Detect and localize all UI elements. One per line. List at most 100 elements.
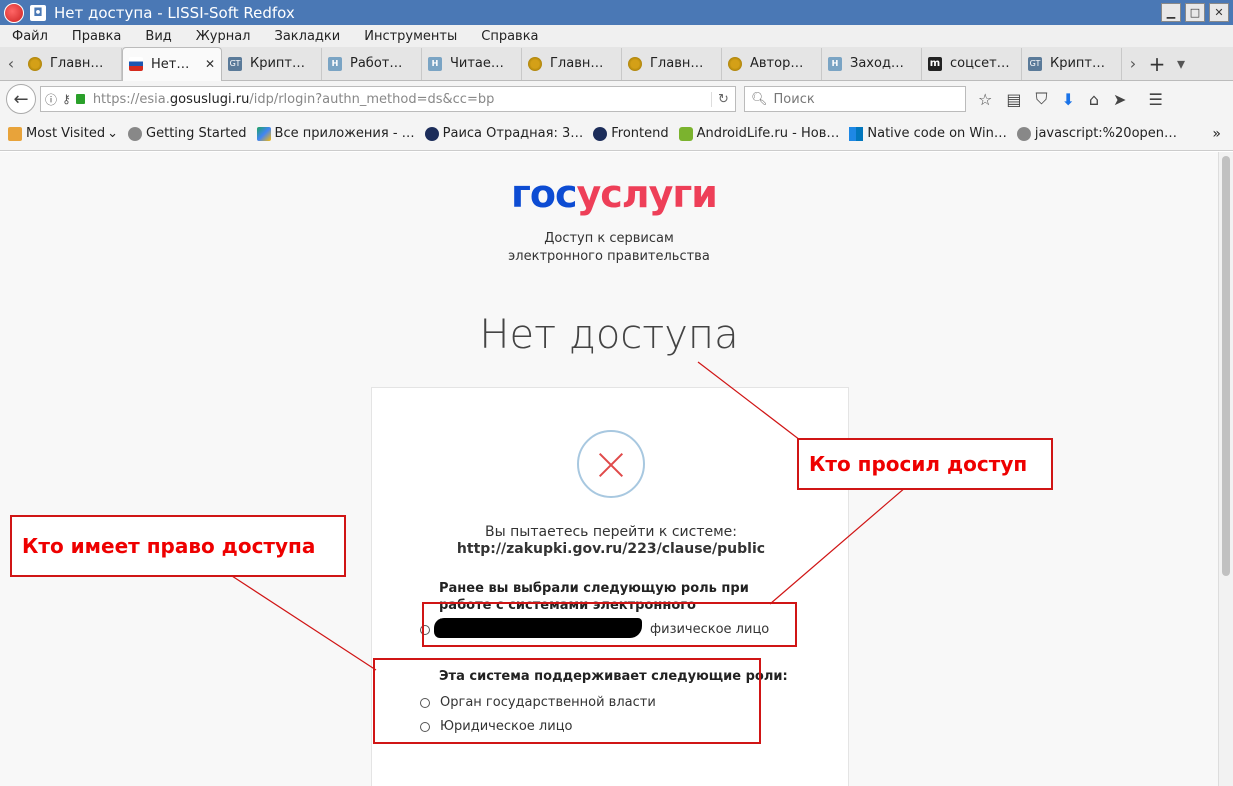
window-menu-icon[interactable]: ◘ (30, 4, 46, 21)
annotation-text: Кто имеет право доступа (22, 534, 316, 558)
bookmark-most-visited[interactable]: Most Visited ⌄ (8, 126, 118, 141)
annotation-frame-supported-roles (373, 658, 761, 744)
tabs-scroll-left-icon[interactable]: ‹ (0, 54, 22, 73)
android-icon (678, 126, 693, 141)
bookmarks-toolbar: Most Visited ⌄ Getting Started Все прилож… (0, 117, 1233, 151)
play-store-icon (256, 126, 271, 141)
url-bar[interactable]: ⓘ ⚷ https://esia.gosuslugi.ru/idp/rlogin… (40, 86, 736, 112)
close-window-button[interactable]: ✕ (1209, 3, 1229, 22)
flag-icon (129, 57, 143, 71)
menu-tools[interactable]: Инструменты (352, 29, 469, 44)
gt-icon: GT (1028, 56, 1042, 71)
lock-icon[interactable] (75, 94, 85, 104)
url-text[interactable]: https://esia.gosuslugi.ru/idp/rlogin?aut… (93, 92, 711, 107)
window-title: Нет доступа - LISSI-Soft Redfox (54, 3, 295, 22)
menu-edit[interactable]: Правка (60, 29, 133, 44)
annotation-text: Кто просил доступ (809, 452, 1028, 476)
tab[interactable]: H Работ… (322, 47, 422, 80)
tab-label: Крипт… (250, 56, 306, 71)
tab-label: Нет… (151, 56, 190, 72)
chevron-down-icon: ⌄ (107, 126, 119, 141)
tab[interactable]: m соцсет… (922, 47, 1022, 80)
target-system-url: http://zakupki.gov.ru/223/clause/public (456, 541, 766, 557)
search-placeholder: Поиск (773, 91, 815, 107)
tab-label: Читае… (450, 56, 504, 71)
info-icon[interactable]: ⓘ (45, 91, 57, 108)
logo-part-1: гос (511, 172, 577, 216)
home-icon[interactable]: ⌂ (1089, 90, 1099, 109)
back-button[interactable]: ← (6, 84, 36, 114)
menu-history[interactable]: Журнал (184, 29, 263, 44)
gt-icon: GT (228, 56, 242, 71)
menu-file[interactable]: Файл (0, 29, 60, 44)
tab[interactable]: Автор… (722, 47, 822, 80)
tab-label: Главн… (650, 56, 704, 71)
page-scrollbar[interactable] (1218, 152, 1233, 786)
search-icon: 🔍︎ (751, 91, 768, 107)
tab[interactable]: H Заход… (822, 47, 922, 80)
menu-bookmarks[interactable]: Закладки (263, 29, 353, 44)
navigation-bar: ← ⓘ ⚷ https://esia.gosuslugi.ru/idp/rlog… (0, 81, 1233, 117)
annotation-frame-previous-role (422, 602, 797, 647)
pocket-icon[interactable]: ⛉ (1035, 89, 1047, 109)
bookmark-androidlife[interactable]: AndroidLife.ru - Нов… (678, 126, 840, 141)
folder-icon (8, 126, 22, 141)
redfox-app-icon[interactable] (4, 2, 24, 23)
tab-label: Главн… (550, 56, 604, 71)
tab[interactable]: Главн… (622, 47, 722, 80)
windows-icon (849, 126, 864, 141)
tabs-scroll-right-icon[interactable]: › (1122, 54, 1144, 73)
target-system-label: Вы пытаетесь перейти к системе: (485, 524, 737, 540)
downloads-icon[interactable]: ⬇ (1061, 90, 1074, 109)
close-tab-icon[interactable]: ✕ (205, 57, 215, 71)
tab[interactable]: GT Крипт… (1022, 47, 1122, 80)
h-icon: H (828, 56, 842, 71)
tab[interactable]: Главн… (522, 47, 622, 80)
bookmark-raisa[interactable]: Раиса Отрадная: 3… (424, 126, 584, 141)
bookmark-native-code[interactable]: Native code on Win… (849, 126, 1007, 141)
gosuslugi-logo[interactable]: госуслуги (511, 172, 718, 216)
bookmark-label: AndroidLife.ru - Нов… (696, 126, 840, 141)
eagle-icon (628, 56, 642, 71)
tab-label: Работ… (350, 56, 403, 71)
eagle-icon (728, 56, 742, 71)
bookmark-javascript[interactable]: javascript:%20open… (1016, 126, 1177, 141)
bookmark-label: Все приложения - … (274, 126, 415, 141)
tab[interactable]: GT Крипт… (222, 47, 322, 80)
bookmarks-library-icon[interactable]: ▤ (1006, 90, 1021, 109)
bookmarks-overflow-icon[interactable]: » (1212, 126, 1221, 142)
menu-help[interactable]: Справка (469, 29, 550, 44)
page-title: Нет доступа (479, 312, 739, 358)
new-tab-button[interactable]: + (1144, 52, 1170, 76)
reload-icon[interactable]: ↻ (711, 91, 735, 107)
bookmark-getting-started[interactable]: Getting Started (128, 126, 247, 141)
subtitle-line-1: Доступ к сервисам (544, 231, 674, 246)
bookmark-all-apps[interactable]: Все приложения - … (256, 126, 415, 141)
menu-bar: Файл Правка Вид Журнал Закладки Инструме… (0, 25, 1233, 47)
bookmark-label: Раиса Отрадная: 3… (442, 126, 584, 141)
menu-view[interactable]: Вид (133, 29, 183, 44)
annotation-who-has-access: Кто имеет право доступа (10, 515, 346, 577)
url-suffix: /idp/rlogin?authn_method=ds&cc=bp (249, 91, 495, 107)
eagle-icon (28, 56, 42, 71)
search-input[interactable]: 🔍︎ Поиск (744, 86, 966, 112)
tab-active[interactable]: Нет… ✕ (122, 46, 222, 81)
tab-bar: ‹ Главн… Нет… ✕ GT Крипт… H Работ… H Читае… … (0, 46, 1233, 81)
title-bar: ◘ Нет доступа - LISSI-Soft Redfox ▁ □ ✕ (0, 0, 1233, 25)
bookmark-star-icon[interactable]: ☆ (978, 90, 992, 109)
tab-list-chevron-down-icon[interactable]: ▾ (1170, 54, 1192, 73)
minimize-button[interactable]: ▁ (1161, 3, 1181, 22)
tab[interactable]: Главн… (22, 47, 122, 80)
url-domain: gosuslugi.ru (169, 91, 250, 107)
bookmark-label: Frontend (611, 126, 669, 141)
maximize-button[interactable]: □ (1185, 3, 1205, 22)
scrollbar-thumb[interactable] (1222, 156, 1230, 576)
subtitle-line-2: электронного правительства (508, 249, 710, 264)
bookmark-frontend[interactable]: Frontend (593, 126, 669, 141)
hamburger-menu-icon[interactable]: ☰ (1148, 90, 1162, 109)
eagle-icon (528, 56, 542, 71)
key-icon[interactable]: ⚷ (62, 92, 71, 106)
frontend-icon (593, 126, 608, 141)
tab[interactable]: H Читае… (422, 47, 522, 80)
send-icon[interactable]: ➤ (1113, 90, 1126, 109)
